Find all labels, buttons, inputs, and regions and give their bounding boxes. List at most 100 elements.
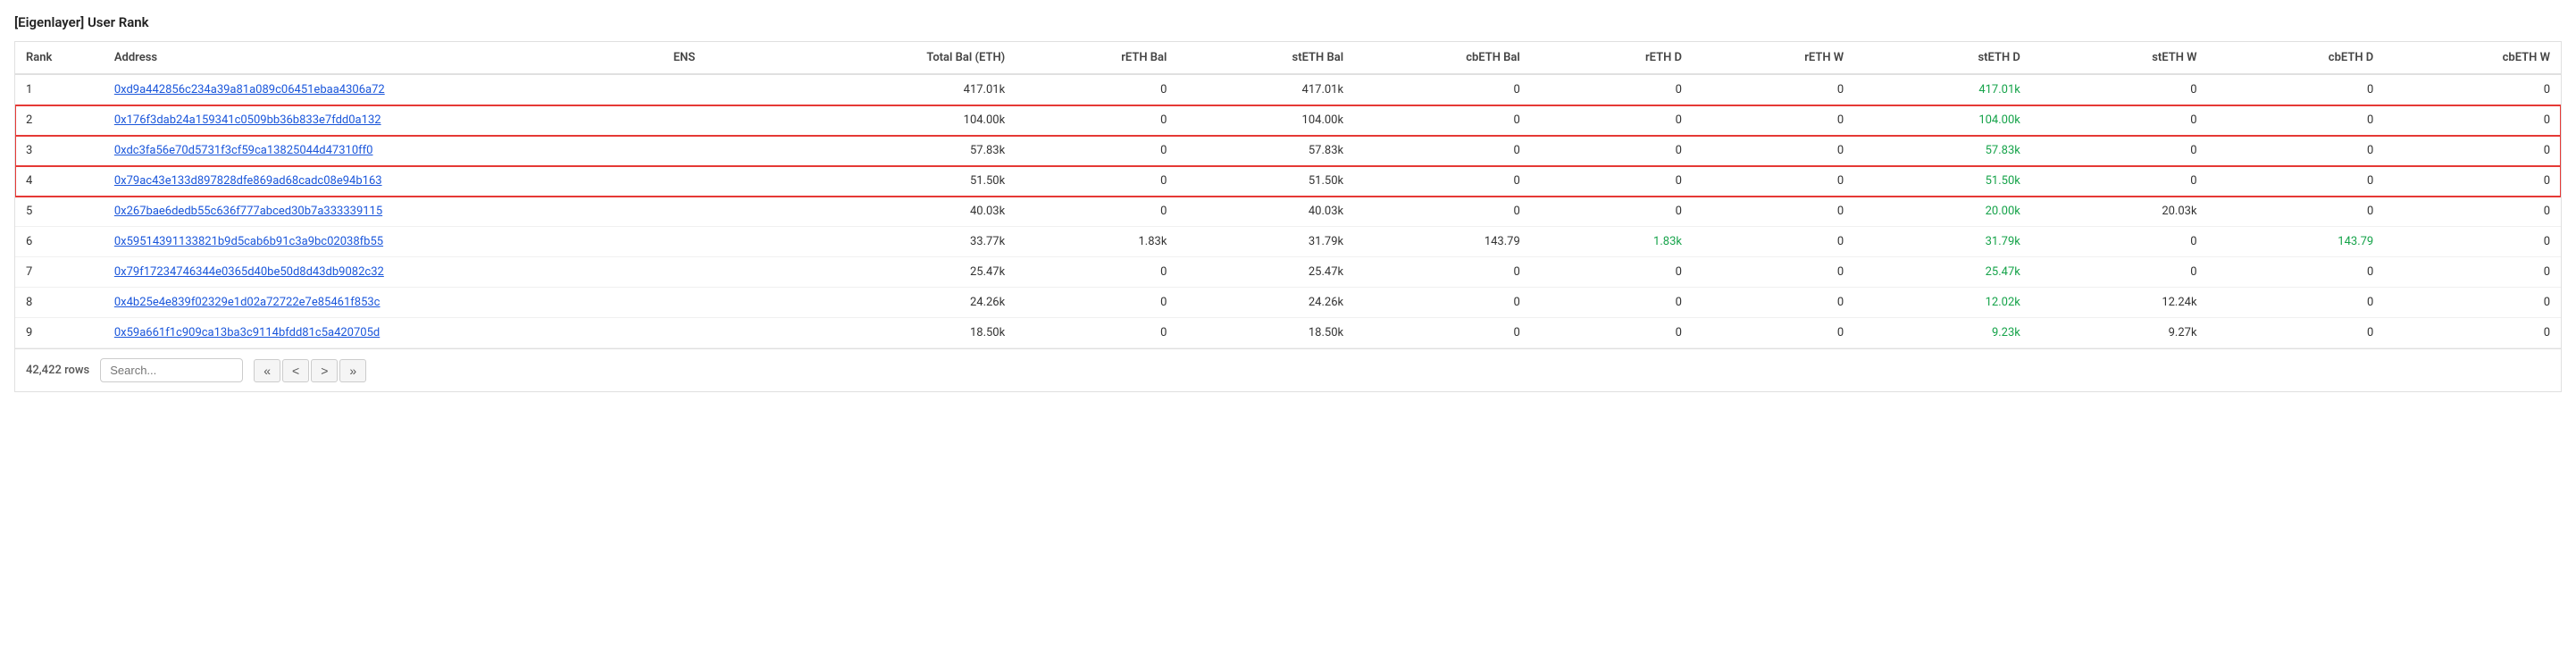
table-cell[interactable]: 0x79f17234746344e0365d40be50d8d43db9082c… — [104, 257, 663, 288]
table-cell: 417.01k — [810, 74, 1016, 105]
table-cell — [663, 288, 810, 318]
table-cell — [663, 257, 810, 288]
table-row: 30xdc3fa56e70d5731f3cf59ca13825044d47310… — [15, 136, 2561, 166]
pagination: « < > » — [254, 359, 366, 382]
table-cell: 0 — [2384, 74, 2561, 105]
address-link[interactable]: 0x59a661f1c909ca13ba3c9114bfdd81c5a42070… — [114, 326, 380, 339]
col-header-reth-w[interactable]: rETH W — [1693, 42, 1854, 74]
table-row: 8 0x4b25e4e839f02329e1d02a72722e7e85461f8… — [15, 288, 2561, 318]
table-cell: 0 — [2031, 136, 2208, 166]
table-cell: 20.00k — [1854, 197, 2031, 227]
table-cell: 0 — [1354, 318, 1531, 348]
table-cell: 57.83k — [810, 136, 1016, 166]
table-cell: 0 — [2208, 136, 2385, 166]
table-cell: 8 — [15, 288, 104, 318]
table-row: 5 0x267bae6dedb55c636f777abced30b7a333339… — [15, 197, 2561, 227]
table-footer: 42,422 rows « < > » — [15, 348, 2561, 391]
table-cell[interactable]: 0xdc3fa56e70d5731f3cf59ca13825044d47310f… — [104, 136, 663, 166]
last-page-button[interactable]: » — [339, 359, 366, 382]
table-cell: 5 — [15, 197, 104, 227]
table-cell: 0 — [1016, 74, 1177, 105]
table-cell[interactable]: 0x267bae6dedb55c636f777abced30b7a3333391… — [104, 197, 663, 227]
table-cell: 40.03k — [810, 197, 1016, 227]
table-body: 10xd9a442856c234a39a81a089c06451ebaa4306… — [15, 74, 2561, 348]
table-cell: 0 — [1016, 257, 1177, 288]
table-cell: 1.83k — [1016, 227, 1177, 257]
table-cell: 20.03k — [2031, 197, 2208, 227]
table-cell — [663, 74, 810, 105]
table-cell — [663, 105, 810, 136]
table-cell: 33.77k — [810, 227, 1016, 257]
col-header-address[interactable]: Address — [104, 42, 663, 74]
col-header-steth-bal[interactable]: stETH Bal — [1177, 42, 1354, 74]
table-cell: 417.01k — [1177, 74, 1354, 105]
table-cell: 0 — [1693, 74, 1854, 105]
table-cell: 24.26k — [1177, 288, 1354, 318]
table-cell: 0 — [2384, 197, 2561, 227]
table-cell: 0 — [2031, 105, 2208, 136]
table-cell: 0 — [1693, 105, 1854, 136]
table-cell[interactable]: 0x4b25e4e839f02329e1d02a72722e7e85461f85… — [104, 288, 663, 318]
address-link[interactable]: 0x59514391133821b9d5cab6b91c3a9bc02038fb… — [114, 235, 383, 248]
address-link[interactable]: 0x4b25e4e839f02329e1d02a72722e7e85461f85… — [114, 296, 381, 309]
search-input[interactable] — [100, 358, 243, 382]
table-cell[interactable]: 0xd9a442856c234a39a81a089c06451ebaa4306a… — [104, 74, 663, 105]
first-page-button[interactable]: « — [254, 359, 280, 382]
address-link[interactable]: 0x79f17234746344e0365d40be50d8d43db9082c… — [114, 265, 384, 279]
prev-page-button[interactable]: < — [282, 359, 309, 382]
table-cell[interactable]: 0x79ac43e133d897828dfe869ad68cadc08e94b1… — [104, 166, 663, 197]
table-cell: 0 — [1693, 257, 1854, 288]
table-cell: 0 — [2208, 105, 2385, 136]
col-header-steth-d[interactable]: stETH D — [1854, 42, 2031, 74]
table-cell: 1.83k — [1531, 227, 1693, 257]
next-page-button[interactable]: > — [311, 359, 338, 382]
table-cell: 18.50k — [1177, 318, 1354, 348]
table-cell: 25.47k — [1177, 257, 1354, 288]
table-cell: 0 — [2208, 166, 2385, 197]
table-cell — [663, 136, 810, 166]
address-link[interactable]: 0x267bae6dedb55c636f777abced30b7a3333391… — [114, 205, 382, 218]
table-cell: 0 — [2384, 288, 2561, 318]
table-cell: 9.23k — [1854, 318, 2031, 348]
table-cell: 0 — [1354, 105, 1531, 136]
table-cell: 51.50k — [1854, 166, 2031, 197]
table-cell: 0 — [1693, 166, 1854, 197]
table-cell: 4 — [15, 166, 104, 197]
col-header-cbeth-w[interactable]: cbETH W — [2384, 42, 2561, 74]
address-link[interactable]: 0xdc3fa56e70d5731f3cf59ca13825044d47310f… — [114, 144, 373, 157]
table-cell: 0 — [2031, 227, 2208, 257]
table-cell[interactable]: 0x59514391133821b9d5cab6b91c3a9bc02038fb… — [104, 227, 663, 257]
table-cell: 31.79k — [1177, 227, 1354, 257]
address-link[interactable]: 0x79ac43e133d897828dfe869ad68cadc08e94b1… — [114, 174, 382, 188]
address-link[interactable]: 0xd9a442856c234a39a81a089c06451ebaa4306a… — [114, 83, 385, 96]
col-header-steth-w[interactable]: stETH W — [2031, 42, 2208, 74]
table-cell: 0 — [1693, 197, 1854, 227]
table-cell: 0 — [2031, 257, 2208, 288]
table-cell: 24.26k — [810, 288, 1016, 318]
table-cell: 0 — [2384, 257, 2561, 288]
table-cell: 0 — [2208, 318, 2385, 348]
table-cell: 57.83k — [1177, 136, 1354, 166]
table-cell: 0 — [1531, 136, 1693, 166]
col-header-ens[interactable]: ENS — [663, 42, 810, 74]
table-cell — [663, 166, 810, 197]
table-cell: 0 — [1531, 257, 1693, 288]
table-cell: 0 — [2208, 197, 2385, 227]
col-header-reth-d[interactable]: rETH D — [1531, 42, 1693, 74]
table-cell: 0 — [2384, 318, 2561, 348]
col-header-cbeth-d[interactable]: cbETH D — [2208, 42, 2385, 74]
address-link[interactable]: 0x176f3dab24a159341c0509bb36b833e7fdd0a1… — [114, 113, 381, 127]
col-header-total-bal[interactable]: Total Bal (ETH) — [810, 42, 1016, 74]
table-cell: 6 — [15, 227, 104, 257]
table-cell: 0 — [1693, 318, 1854, 348]
col-header-reth-bal[interactable]: rETH Bal — [1016, 42, 1177, 74]
col-header-cbeth-bal[interactable]: cbETH Bal — [1354, 42, 1531, 74]
table-cell: 0 — [1531, 105, 1693, 136]
col-header-rank[interactable]: Rank — [15, 42, 104, 74]
table-cell: 104.00k — [1854, 105, 2031, 136]
table-cell: 0 — [1016, 136, 1177, 166]
table-cell[interactable]: 0x176f3dab24a159341c0509bb36b833e7fdd0a1… — [104, 105, 663, 136]
table-cell: 51.50k — [810, 166, 1016, 197]
table-cell[interactable]: 0x59a661f1c909ca13ba3c9114bfdd81c5a42070… — [104, 318, 663, 348]
table-cell — [663, 227, 810, 257]
